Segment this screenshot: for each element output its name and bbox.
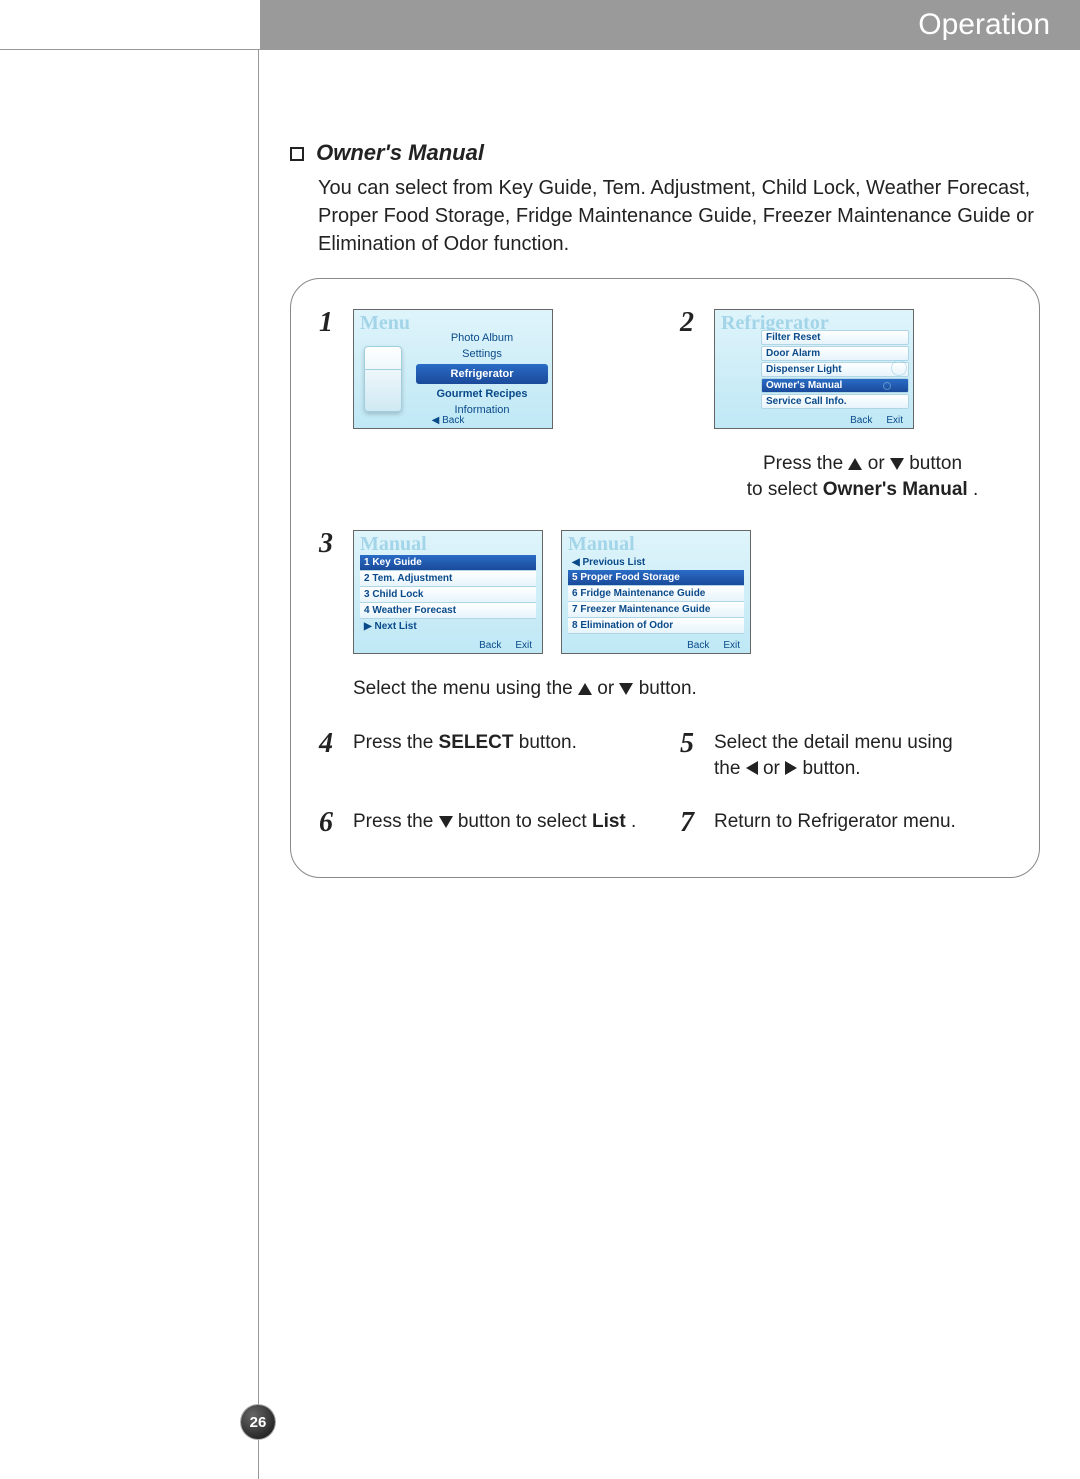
lcd2-item: Dispenser Light — [761, 362, 909, 377]
step-1-number: 1 — [319, 309, 341, 502]
bubble-icon — [891, 360, 907, 376]
lcd2-list: Filter Reset Door Alarm Dispenser Light … — [761, 330, 909, 410]
lcd2-item: Filter Reset — [761, 330, 909, 345]
lcd3b-footer: Back Exit — [562, 637, 750, 653]
lcd3a-next-list: ▶ Next List — [360, 619, 536, 634]
step-2-text: Press the or button to select Owner's Ma… — [714, 451, 1011, 502]
page-number-badge: 26 — [241, 1405, 275, 1439]
content-area: Owner's Manual You can select from Key G… — [290, 140, 1040, 878]
step-6-number: 6 — [319, 809, 341, 837]
lcd3b-exit: Exit — [723, 640, 740, 651]
lcd3b-item-selected: 5 Proper Food Storage — [568, 570, 744, 586]
step-5-number: 5 — [680, 730, 702, 781]
lcd3b-title: Manual — [568, 533, 635, 556]
header-bar: Operation — [0, 0, 1080, 50]
step-7-text: Return to Refrigerator menu. — [714, 809, 956, 837]
section-intro: You can select from Key Guide, Tem. Adju… — [318, 174, 1040, 258]
lcd1-footer: ◀ Back — [354, 412, 552, 428]
lcd2-item: Door Alarm — [761, 346, 909, 361]
lcd3a-item: 3 Child Lock — [360, 587, 536, 603]
down-arrow-icon — [619, 683, 633, 695]
lcd3a-back: Back — [479, 640, 501, 651]
page-header: Operation — [260, 0, 1080, 50]
lcd-menu-screen: Menu Photo Album Settings Refrigerator G… — [353, 309, 553, 429]
step-4-text: Press the SELECT button. — [353, 730, 577, 781]
lcd-refrigerator-screen: Refrigerator Filter Reset Door Alarm Dis… — [714, 309, 914, 429]
lcd3a-title: Manual — [360, 533, 427, 556]
step-2-number: 2 — [680, 309, 702, 429]
lcd2-footer: Back Exit — [715, 412, 913, 428]
lcd2-back: Back — [850, 415, 872, 426]
section-title-text: Owner's Manual — [316, 140, 484, 165]
lcd3a-item: 2 Tem. Adjustment — [360, 571, 536, 587]
down-arrow-icon — [890, 458, 904, 470]
step-7-number: 7 — [680, 809, 702, 837]
lcd3b-list: ◀ Previous List 5 Proper Food Storage 6 … — [568, 555, 744, 634]
section-title: Owner's Manual — [290, 140, 1040, 166]
lcd3b-prev-list: ◀ Previous List — [568, 555, 744, 570]
lcd-manual-screen-b: Manual ◀ Previous List 5 Proper Food Sto… — [561, 530, 751, 654]
section-bullet-icon — [290, 147, 304, 161]
step-5-text: Select the detail menu using the or butt… — [714, 730, 953, 781]
lcd3a-item-selected: 1 Key Guide — [360, 555, 536, 571]
lcd3a-item: 4 Weather Forecast — [360, 603, 536, 619]
lcd1-item: Gourmet Recipes — [416, 386, 548, 402]
lcd2-item: Service Call Info. — [761, 394, 909, 409]
lcd1-item-selected: Refrigerator — [416, 364, 548, 384]
steps-container: 1 Menu Photo Album Settings Refrigerator… — [290, 278, 1040, 878]
lcd3a-list: 1 Key Guide 2 Tem. Adjustment 3 Child Lo… — [360, 555, 536, 634]
lcd1-item: Settings — [416, 346, 548, 362]
lcd1-item: Photo Album — [416, 330, 548, 346]
lcd3b-item: 7 Freezer Maintenance Guide — [568, 602, 744, 618]
lcd-manual-screen-a: Manual 1 Key Guide 2 Tem. Adjustment 3 C… — [353, 530, 543, 654]
step-4-number: 4 — [319, 730, 341, 781]
vertical-divider — [258, 50, 259, 1479]
lcd3b-back: Back — [687, 640, 709, 651]
step-6-text: Press the button to select List . — [353, 809, 636, 837]
left-arrow-icon — [746, 761, 758, 775]
lcd3b-item: 8 Elimination of Odor — [568, 618, 744, 634]
lcd3a-footer: Back Exit — [354, 637, 542, 653]
lcd1-title: Menu — [360, 312, 410, 335]
lcd3b-item: 6 Fridge Maintenance Guide — [568, 586, 744, 602]
lcd2-exit: Exit — [886, 415, 903, 426]
down-arrow-icon — [439, 816, 453, 828]
step-3-number: 3 — [319, 530, 341, 654]
up-arrow-icon — [578, 683, 592, 695]
lcd3a-exit: Exit — [515, 640, 532, 651]
lcd1-menu-list: Photo Album Settings Refrigerator Gourme… — [416, 330, 548, 418]
bubble-icon — [883, 382, 891, 390]
lcd1-back: ◀ Back — [432, 415, 465, 426]
up-arrow-icon — [848, 458, 862, 470]
step-3-text: Select the menu using the or button. — [353, 676, 1011, 702]
fridge-icon — [364, 346, 402, 412]
right-arrow-icon — [785, 761, 797, 775]
